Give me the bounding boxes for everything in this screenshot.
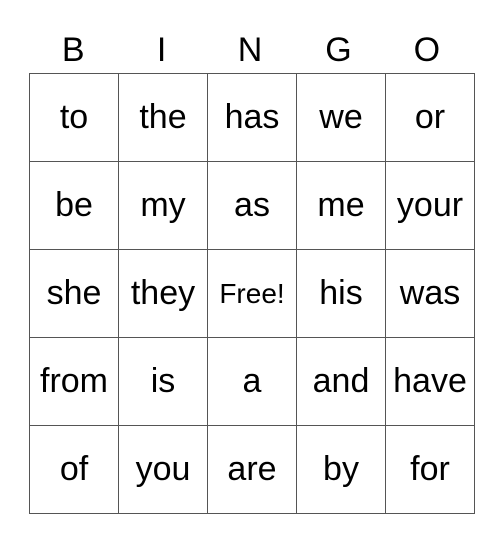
grid-row: be my as me your [29, 161, 475, 250]
grid-row: she they Free! his was [29, 249, 475, 338]
bingo-cell[interactable]: is [118, 337, 208, 426]
header-letter-i: I [156, 31, 167, 69]
bingo-card-grid: to the has we or be my as me your she th… [29, 73, 475, 514]
header-letter-n: N [237, 31, 263, 69]
bingo-cell[interactable]: as [207, 161, 297, 250]
bingo-cell[interactable]: she [29, 249, 119, 338]
bingo-cell[interactable]: from [29, 337, 119, 426]
header-letter-b: B [61, 31, 85, 69]
header-letter-o: O [413, 31, 441, 69]
grid-row: from is a and have [29, 337, 475, 426]
bingo-cell[interactable]: my [118, 161, 208, 250]
bingo-cell[interactable]: the [118, 73, 208, 162]
bingo-cell[interactable]: be [29, 161, 119, 250]
bingo-cell[interactable]: they [118, 249, 208, 338]
bingo-cell[interactable]: you [118, 425, 208, 514]
bingo-cell[interactable]: his [296, 249, 386, 338]
bingo-cell[interactable]: have [385, 337, 475, 426]
bingo-cell[interactable]: your [385, 161, 475, 250]
bingo-cell[interactable]: to [29, 73, 119, 162]
bingo-cell[interactable]: has [207, 73, 297, 162]
header-letter-g: G [325, 31, 352, 69]
bingo-cell[interactable]: for [385, 425, 475, 514]
bingo-cell[interactable]: was [385, 249, 475, 338]
grid-row: of you are by for [29, 425, 475, 514]
bingo-cell[interactable]: a [207, 337, 297, 426]
bingo-cell[interactable]: me [296, 161, 386, 250]
bingo-cell[interactable]: of [29, 425, 119, 514]
grid-row: to the has we or [29, 73, 475, 162]
free-space-cell[interactable]: Free! [207, 249, 297, 338]
bingo-cell[interactable]: we [296, 73, 386, 162]
bingo-cell[interactable]: or [385, 73, 475, 162]
bingo-cell[interactable]: by [296, 425, 386, 514]
bingo-cell[interactable]: and [296, 337, 386, 426]
bingo-cell[interactable]: are [207, 425, 297, 514]
bingo-header: B I N G O [29, 28, 471, 72]
